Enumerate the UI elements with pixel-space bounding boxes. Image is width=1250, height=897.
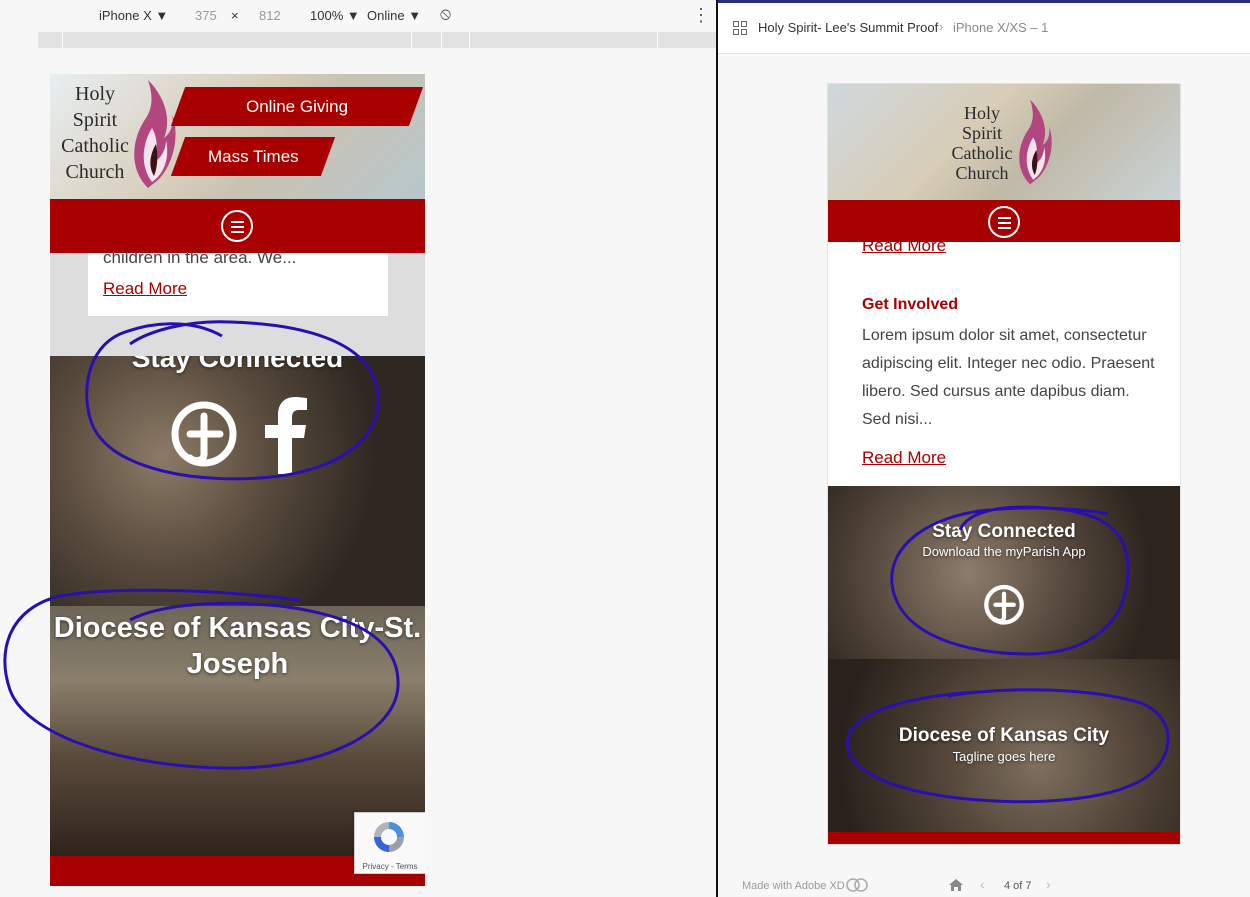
device-name: iPhone X: [99, 8, 152, 23]
chevron-down-icon: ▼: [346, 8, 360, 23]
artboard-diocese: Diocese of Kansas City Tagline goes here: [828, 659, 1180, 832]
site-logo-text[interactable]: Holy Spirit Catholic Church: [60, 81, 130, 185]
mobile-viewport: Holy Spirit Catholic Church Online Givin…: [50, 74, 425, 886]
get-involved-heading: Get Involved: [862, 296, 959, 313]
ruler-tick: [62, 32, 63, 48]
logo-line: Church: [65, 161, 125, 183]
artboard-logo-text: Holy Spirit Catholic Church: [946, 103, 1018, 183]
media-query-ruler[interactable]: [38, 32, 716, 48]
logo-line: Catholic: [951, 143, 1013, 163]
throttle-value: Online: [367, 8, 405, 23]
devtools-pane: iPhone X ▼ 375 × 812 100% ▼ Online ▼ ⦸ ⋮…: [0, 0, 716, 897]
card-excerpt: children in the area. We...: [103, 248, 297, 267]
myparish-app-icon[interactable]: [168, 400, 240, 472]
zoom-select[interactable]: 100% ▼: [310, 8, 360, 23]
mobile-nav-bar: [50, 199, 425, 253]
ruler-tick: [411, 32, 412, 48]
diocese-tagline: Tagline goes here: [952, 749, 1056, 764]
logo-line: Catholic: [61, 135, 129, 157]
stay-connected-section: Stay Connected: [50, 356, 425, 606]
xd-bottom-bar: Made with Adobe XD ‹ 4 of 7 ›: [718, 870, 1250, 897]
read-more-link[interactable]: Read More: [103, 279, 187, 299]
width-input[interactable]: 375: [195, 8, 217, 23]
home-icon[interactable]: [948, 878, 964, 892]
stay-connected-title: Stay Connected: [932, 521, 1076, 542]
diocese-title: Diocese of Kansas City: [898, 725, 1110, 746]
read-more-link[interactable]: Read More: [862, 236, 946, 256]
creative-cloud-icon: [846, 878, 868, 892]
ruler-tick: [657, 32, 658, 48]
recaptcha-links[interactable]: Privacy - Terms: [355, 862, 425, 871]
rotate-icon[interactable]: ⦸: [440, 4, 451, 24]
myparish-app-icon[interactable]: [982, 584, 1026, 628]
breadcrumb-separator-icon: ›: [939, 19, 944, 34]
artboard-header: Holy Spirit Catholic Church: [828, 84, 1180, 200]
news-card: children in the area. We... Read More: [88, 248, 388, 316]
recaptcha-icon: [374, 822, 404, 852]
height-input[interactable]: 812: [259, 8, 281, 23]
made-with-xd[interactable]: Made with Adobe XD: [742, 880, 845, 892]
chevron-down-icon: ▼: [408, 8, 422, 23]
more-options-icon[interactable]: ⋮: [692, 5, 710, 26]
mass-times-button[interactable]: Mass Times: [170, 137, 336, 176]
logo-line: Spirit: [961, 123, 1002, 143]
hamburger-menu-icon[interactable]: [221, 210, 253, 242]
mass-times-label: Mass Times: [207, 147, 299, 166]
previous-page-icon[interactable]: ‹: [980, 876, 985, 892]
logo-line: Holy: [964, 103, 1000, 123]
flame-logo-icon: [1019, 99, 1052, 185]
chevron-down-icon: ▼: [155, 8, 169, 23]
breadcrumb-project[interactable]: Holy Spirit- Lee's Summit Proof: [758, 20, 938, 35]
device-select[interactable]: iPhone X ▼: [99, 8, 168, 23]
get-involved-text: Lorem ipsum dolor sit amet, consectetur …: [862, 327, 1155, 428]
logo-line: Holy: [75, 83, 115, 105]
next-page-icon[interactable]: ›: [1046, 876, 1051, 892]
breadcrumb-artboard: iPhone X/XS – 1: [953, 20, 1049, 35]
dimension-separator: ×: [231, 8, 239, 23]
xd-artboard-preview: Holy Spirit Catholic Church Read More Ge…: [828, 84, 1180, 844]
grid-view-icon[interactable]: [733, 21, 747, 35]
zoom-value: 100%: [310, 8, 344, 23]
ruler-tick: [469, 32, 470, 48]
artboard-content: Read More Get Involved Lorem ipsum dolor…: [828, 236, 1180, 486]
read-more-link[interactable]: Read More: [862, 448, 946, 468]
ruler-tick: [441, 32, 442, 48]
logo-line: Church: [955, 163, 1009, 183]
diocese-title: Diocese of Kansas City-St. Joseph: [53, 612, 422, 680]
page-indicator: 4 of 7: [1004, 880, 1032, 892]
hamburger-menu-icon[interactable]: [988, 206, 1020, 238]
facebook-icon[interactable]: [262, 396, 308, 474]
flame-logo-icon: [134, 80, 176, 188]
artboard-stay-connected: Stay Connected Download the myParish App: [828, 486, 1180, 659]
logo-line: Spirit: [72, 109, 118, 131]
throttle-select[interactable]: Online ▼: [367, 8, 421, 23]
xd-breadcrumb-bar: Holy Spirit- Lee's Summit Proof › iPhone…: [718, 3, 1250, 54]
artboard-footer-bar: [828, 832, 1180, 844]
stay-connected-subtitle: Download the myParish App: [922, 544, 1086, 559]
online-giving-label: Online Giving: [245, 97, 349, 116]
stay-connected-title: Stay Connected: [131, 356, 344, 373]
device-toolbar: iPhone X ▼ 375 × 812 100% ▼ Online ▼ ⦸ ⋮: [38, 0, 716, 32]
online-giving-button[interactable]: Online Giving: [170, 87, 424, 126]
recaptcha-badge[interactable]: Privacy - Terms: [354, 812, 425, 874]
site-header: Holy Spirit Catholic Church Online Givin…: [50, 74, 425, 200]
